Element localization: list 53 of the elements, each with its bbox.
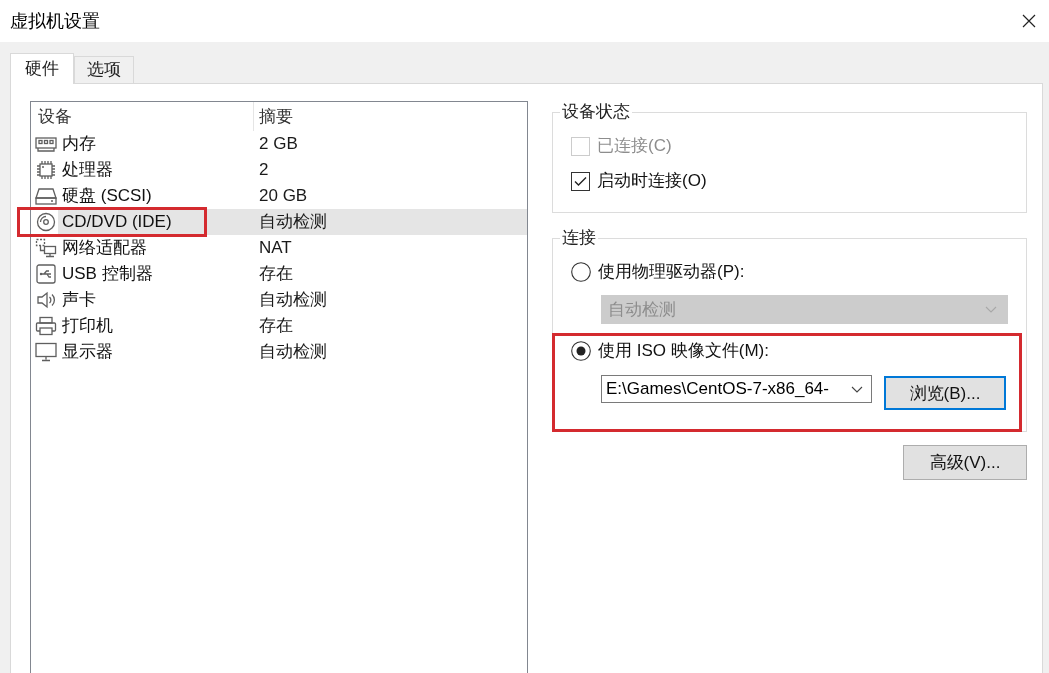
advanced-button[interactable]: 高级(V)... [903, 445, 1027, 480]
network-icon [35, 238, 57, 258]
group-title: 设备状态 [561, 101, 631, 123]
monitor-icon [35, 342, 57, 362]
chip-icon [35, 160, 57, 180]
device-name: 硬盘 (SCSI) [62, 185, 152, 207]
device-row[interactable]: 处理器 2 [31, 157, 527, 183]
usb-icon [35, 264, 57, 284]
chevron-down-icon[interactable] [851, 385, 863, 393]
radio-button[interactable] [571, 341, 591, 361]
device-summary: 20 GB [258, 185, 309, 207]
device-summary: 自动检测 [258, 341, 328, 363]
hard-drive-icon [35, 186, 57, 206]
device-summary: 2 GB [258, 133, 299, 155]
device-summary: 自动检测 [258, 211, 328, 233]
device-row[interactable]: 网络适配器 NAT [31, 235, 527, 261]
close-icon[interactable] [1022, 14, 1036, 28]
device-row[interactable]: 打印机 存在 [31, 313, 527, 339]
device-row[interactable]: 声卡 自动检测 [31, 287, 527, 313]
tab[interactable]: 选项 [74, 56, 134, 83]
radio-label[interactable]: 使用物理驱动器(P): [598, 261, 745, 283]
device-summary: NAT [258, 237, 293, 259]
device-row[interactable]: 内存 2 GB [31, 131, 527, 157]
device-name: 声卡 [62, 289, 96, 311]
device-summary: 存在 [258, 263, 294, 285]
radio-label[interactable]: 使用 ISO 映像文件(M): [598, 340, 769, 362]
disc-icon [35, 212, 57, 232]
radio-button[interactable] [571, 262, 591, 282]
device-summary: 2 [258, 159, 270, 181]
device-summary: 自动检测 [258, 289, 328, 311]
column-header[interactable]: 摘要 [253, 102, 527, 131]
window-title: 虚拟机设置 [10, 10, 100, 33]
checkbox-label[interactable]: 启动时连接(O) [597, 170, 707, 192]
device-name: 显示器 [62, 341, 113, 363]
tab[interactable]: 硬件 [10, 53, 74, 84]
device-name: 处理器 [62, 159, 113, 181]
group-title: 连接 [561, 227, 597, 249]
browse-button[interactable]: 浏览(B)... [884, 376, 1006, 410]
memory-module-icon [35, 134, 57, 154]
printer-icon [35, 316, 57, 336]
device-name: CD/DVD (IDE) [62, 211, 172, 233]
device-name: 网络适配器 [62, 237, 147, 259]
device-name: USB 控制器 [62, 263, 153, 285]
speaker-icon [35, 290, 57, 310]
device-row[interactable]: 显示器 自动检测 [31, 339, 527, 365]
device-row[interactable]: USB 控制器 存在 [31, 261, 527, 287]
device-summary: 存在 [258, 315, 294, 337]
device-name: 打印机 [62, 315, 113, 337]
file-path-combobox[interactable]: E:\Games\CentOS-7-x86_64- [601, 375, 872, 403]
column-header[interactable]: 设备 [31, 102, 253, 131]
checkbox[interactable] [571, 171, 590, 191]
device-row[interactable]: 硬盘 (SCSI) 20 GB [31, 183, 527, 209]
device-name: 内存 [62, 133, 96, 155]
